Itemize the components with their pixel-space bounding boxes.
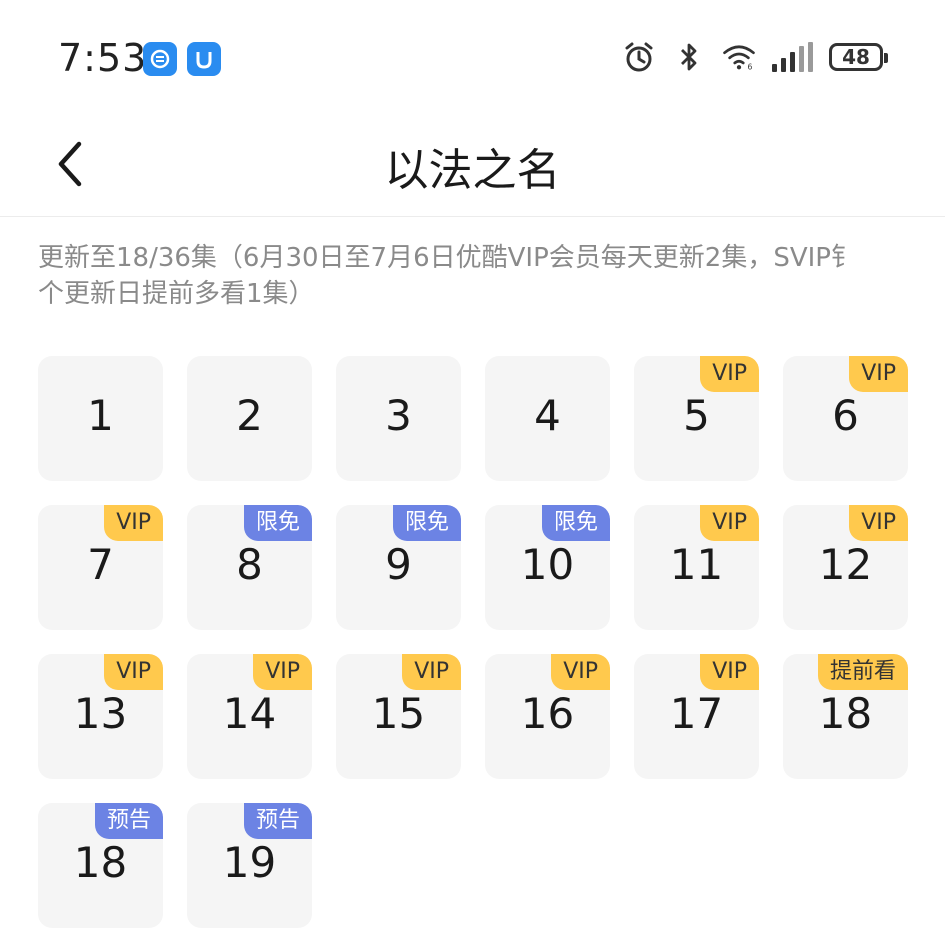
- episode-number: 4: [534, 391, 561, 440]
- wifi-icon: 6: [722, 40, 756, 74]
- episode-number: 8: [236, 540, 263, 589]
- episode-tile[interactable]: 4: [485, 356, 610, 481]
- episode-tile[interactable]: 9 限免: [336, 505, 461, 630]
- bluetooth-icon: [672, 40, 706, 74]
- description-line-2: 个更新日提前多看1集）: [38, 279, 315, 309]
- episode-tile[interactable]: 11 VIP: [634, 505, 759, 630]
- episode-badge: VIP: [104, 654, 163, 690]
- episode-badge: 限免: [243, 505, 312, 541]
- episode-tile[interactable]: 2: [187, 356, 312, 481]
- episode-tile[interactable]: 8 限免: [187, 505, 312, 630]
- episode-tile[interactable]: 18 提前看: [783, 654, 908, 779]
- episode-badge: 预告: [243, 803, 312, 839]
- episode-number: 19: [222, 838, 277, 887]
- episode-badge: VIP: [104, 505, 163, 541]
- episode-tile[interactable]: 18 预告: [38, 803, 163, 928]
- episode-tile[interactable]: 1: [38, 356, 163, 481]
- episode-badge: VIP: [551, 654, 610, 690]
- episode-number: 18: [818, 689, 873, 738]
- episode-badge: VIP: [700, 356, 759, 392]
- episode-number: 11: [669, 540, 724, 589]
- episode-badge: VIP: [253, 654, 312, 690]
- episode-badge: 提前看: [817, 654, 908, 690]
- episode-tile[interactable]: 19 预告: [187, 803, 312, 928]
- episode-number: 15: [371, 689, 426, 738]
- episode-tile[interactable]: 16 VIP: [485, 654, 610, 779]
- episode-badge: VIP: [402, 654, 461, 690]
- episode-grid: 1 2 3 4 5 VIP 6 VIP 7 VIP 8 限免 9 限免 10 限免 11 VIP 12 VIP 13 VI…: [38, 356, 908, 928]
- episode-badge: VIP: [849, 356, 908, 392]
- episode-number: 12: [818, 540, 873, 589]
- svg-text:6: 6: [748, 63, 753, 72]
- signal-icon: [772, 42, 813, 72]
- episode-number: 6: [832, 391, 859, 440]
- status-time: 7:53: [58, 36, 148, 80]
- episode-number: 10: [520, 540, 575, 589]
- episode-badge: VIP: [849, 505, 908, 541]
- status-icons: 6 48: [622, 40, 888, 74]
- episode-number: 14: [222, 689, 277, 738]
- episode-tile[interactable]: 13 VIP: [38, 654, 163, 779]
- episode-number: 17: [669, 689, 724, 738]
- episode-tile[interactable]: 12 VIP: [783, 505, 908, 630]
- episode-badge: 限免: [541, 505, 610, 541]
- episode-tile[interactable]: 3: [336, 356, 461, 481]
- episode-tile[interactable]: 17 VIP: [634, 654, 759, 779]
- episode-badge: VIP: [700, 505, 759, 541]
- episode-tile[interactable]: 7 VIP: [38, 505, 163, 630]
- alarm-icon: [622, 40, 656, 74]
- update-description: 更新至18/36集（6月30日至7月6日优酷VIP会员每天更新2集，SVIP钅 …: [38, 240, 873, 312]
- episode-number: 9: [385, 540, 412, 589]
- episode-number: 2: [236, 391, 263, 440]
- description-line-1: 更新至18/36集（6月30日至7月6日优酷VIP会员每天更新2集，SVIP钅: [38, 243, 857, 273]
- episode-number: 5: [683, 391, 710, 440]
- episode-badge: 预告: [94, 803, 163, 839]
- episode-number: 7: [87, 540, 114, 589]
- app-sync-icon: [143, 42, 177, 76]
- episode-number: 16: [520, 689, 575, 738]
- battery-level: 48: [842, 45, 870, 69]
- episode-badge: VIP: [700, 654, 759, 690]
- page-title: 以法之名: [384, 145, 561, 196]
- episode-tile[interactable]: 6 VIP: [783, 356, 908, 481]
- episode-number: 18: [73, 838, 128, 887]
- episode-tile[interactable]: 5 VIP: [634, 356, 759, 481]
- episode-badge: 限免: [392, 505, 461, 541]
- episode-tile[interactable]: 14 VIP: [187, 654, 312, 779]
- battery-icon: 48: [829, 43, 888, 71]
- app-shield-icon: [187, 42, 221, 76]
- episode-number: 13: [73, 689, 128, 738]
- episode-tile[interactable]: 15 VIP: [336, 654, 461, 779]
- header: 以法之名: [0, 120, 945, 217]
- episode-number: 1: [87, 391, 114, 440]
- episode-tile[interactable]: 10 限免: [485, 505, 610, 630]
- episode-number: 3: [385, 391, 412, 440]
- status-bar: 7:53 6 48: [0, 0, 945, 120]
